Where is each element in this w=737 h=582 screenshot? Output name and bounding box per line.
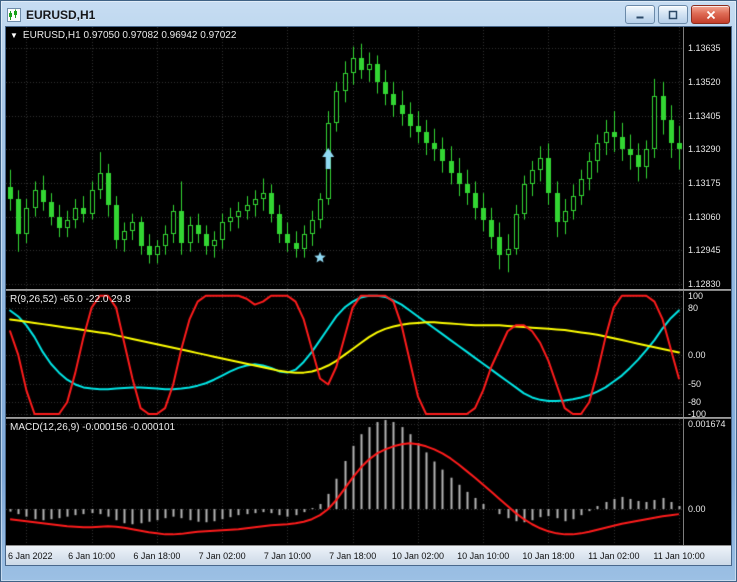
titlebar[interactable]: EURUSD,H1 — [5, 3, 732, 26]
dropdown-arrow-icon[interactable]: ▼ — [10, 32, 18, 40]
main-chart-canvas[interactable] — [6, 27, 683, 289]
chart-window-icon — [7, 8, 21, 22]
oscillator-label-text: R(9,26,52) -65.0 -22.0 29.8 — [10, 294, 131, 305]
macd-label: MACD(12,26,9) -0.000156 -0.000101 — [10, 422, 175, 433]
minimize-icon — [635, 10, 645, 20]
oscillator-panel: R(9,26,52) -65.0 -22.0 29.8 100 80 0.00 -50… — [6, 291, 731, 417]
macd-canvas[interactable] — [6, 419, 683, 545]
chart-info-label: ▼ EURUSD,H1 0.97050 0.97082 0.96942 0.97… — [10, 30, 236, 41]
price-tick-label: 1.13060 — [688, 212, 721, 222]
price-tick-label: -80 — [688, 397, 701, 407]
price-tick-label: 1.12830 — [688, 279, 721, 289]
symbol-ohlc-text: EURUSD,H1 0.97050 0.97082 0.96942 0.9702… — [23, 30, 237, 41]
oscillator-scale[interactable]: 100 80 0.00 -50 -80 -100 — [683, 291, 731, 417]
time-tick-label: 10 Jan 18:00 — [522, 551, 574, 561]
time-tick-label: 7 Jan 10:00 — [264, 551, 311, 561]
price-tick-label: -50 — [688, 379, 701, 389]
main-price-scale[interactable]: 1.13635 1.13520 1.13405 1.13290 1.13175 1.130… — [683, 27, 731, 289]
chart-area: ▼ EURUSD,H1 0.97050 0.97082 0.96942 0.97… — [5, 26, 732, 566]
time-tick-label: 7 Jan 18:00 — [329, 551, 376, 561]
time-tick-label: 7 Jan 02:00 — [199, 551, 246, 561]
maximize-icon — [668, 10, 678, 20]
macd-label-text: MACD(12,26,9) -0.000156 -0.000101 — [10, 422, 175, 433]
price-tick-label: 1.13520 — [688, 77, 721, 87]
time-tick-label: 10 Jan 02:00 — [392, 551, 444, 561]
price-tick-label: 1.13290 — [688, 144, 721, 154]
price-tick-label: 0.00 — [688, 350, 706, 360]
time-tick-label: 6 Jan 10:00 — [68, 551, 115, 561]
time-tick-label: 11 Jan 02:00 — [588, 551, 639, 561]
price-tick-label: 1.12945 — [688, 245, 721, 255]
oscillator-label: R(9,26,52) -65.0 -22.0 29.8 — [10, 294, 131, 305]
close-icon — [706, 10, 716, 20]
close-button[interactable] — [691, 5, 730, 24]
window-controls — [625, 5, 730, 24]
price-tick-label: 0.001674 — [688, 419, 726, 429]
main-chart-panel: ▼ EURUSD,H1 0.97050 0.97082 0.96942 0.97… — [6, 27, 731, 289]
time-tick-label: 10 Jan 10:00 — [457, 551, 509, 561]
price-tick-label: 1.13175 — [688, 178, 721, 188]
maximize-button[interactable] — [658, 5, 688, 24]
chart-window: EURUSD,H1 ▼ EURUSD,H1 0.97050 0.97082 0.… — [0, 0, 737, 582]
window-title: EURUSD,H1 — [26, 8, 95, 22]
macd-price-scale[interactable]: 0.001674 0.00 — [683, 419, 731, 545]
macd-panel: MACD(12,26,9) -0.000156 -0.000101 0.0016… — [6, 419, 731, 545]
price-tick-label: 1.13405 — [688, 111, 721, 121]
time-tick-label: 6 Jan 2022 — [8, 551, 53, 561]
oscillator-canvas[interactable] — [6, 291, 683, 417]
price-tick-label: 80 — [688, 303, 698, 313]
price-tick-label: -100 — [688, 409, 706, 417]
time-tick-label: 11 Jan 10:00 — [653, 551, 704, 561]
price-tick-label: 1.13635 — [688, 43, 721, 53]
price-tick-label: 100 — [688, 291, 703, 301]
time-axis[interactable]: 6 Jan 2022 6 Jan 10:00 6 Jan 18:00 7 Jan 02… — [6, 545, 731, 565]
minimize-button[interactable] — [625, 5, 655, 24]
time-tick-label: 6 Jan 18:00 — [133, 551, 180, 561]
price-tick-label: 0.00 — [688, 504, 706, 514]
